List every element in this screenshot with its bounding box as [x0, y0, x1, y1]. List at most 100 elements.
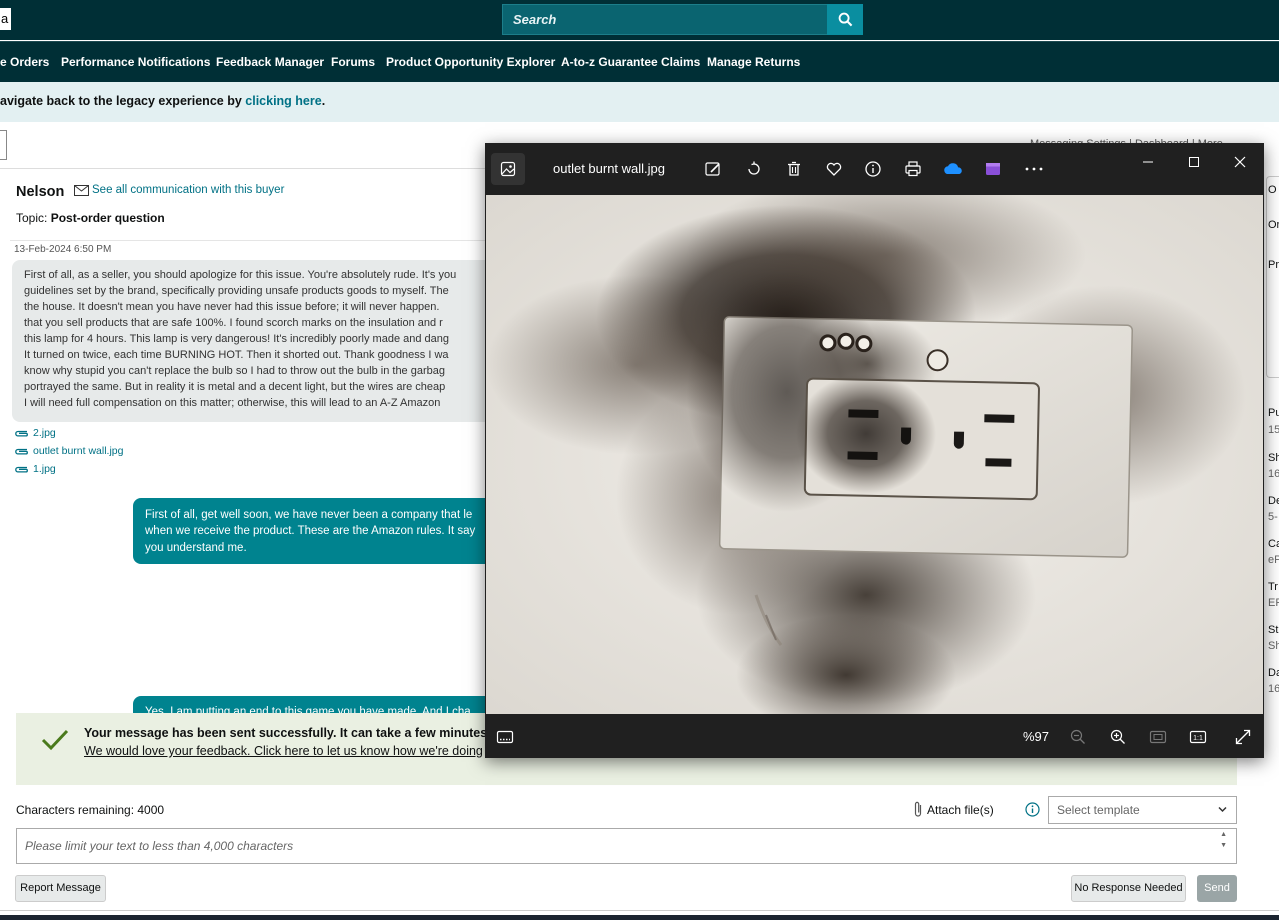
topic-line: Topic: Post-order question [16, 211, 165, 225]
no-response-needed-button[interactable]: No Response Needed [1071, 875, 1186, 902]
favorite-button[interactable] [823, 158, 845, 180]
nav-item-feedback-manager[interactable]: Feedback Manager [216, 55, 324, 69]
photo-viewer-window: outlet burnt wall.jpg %97 1:1 [485, 143, 1264, 758]
info-button[interactable] [862, 158, 884, 180]
scroll-up-arrow[interactable]: ▲ [1220, 831, 1227, 838]
nav-item-manage-returns[interactable]: Manage Returns [707, 55, 800, 69]
paperclip-icon [914, 801, 922, 817]
send-button[interactable]: Send [1197, 875, 1237, 902]
print-icon [905, 161, 921, 177]
edit-image-icon [705, 162, 720, 176]
top-bar: a Search [0, 0, 1279, 40]
burnt-outlet-photo [486, 195, 1263, 714]
message-textarea[interactable]: Please limit your text to less than 4,00… [16, 828, 1237, 864]
viewer-bottom-bar: %97 1:1 [485, 715, 1264, 758]
gallery-button[interactable] [491, 153, 525, 185]
envelope-icon [74, 184, 89, 196]
zoom-out-button[interactable] [1067, 727, 1089, 747]
message-line: the house. It doesn't mean you have neve… [24, 301, 440, 313]
filmstrip-button[interactable] [494, 727, 516, 747]
back-box[interactable] [0, 130, 7, 160]
nav-item-orders[interactable]: e Orders [0, 55, 49, 69]
logo-fragment[interactable]: a [0, 8, 11, 30]
actual-size-icon: 1:1 [1189, 730, 1207, 744]
actual-size-button[interactable]: 1:1 [1187, 727, 1209, 747]
search-button[interactable] [827, 4, 863, 35]
search-input[interactable]: Search [502, 4, 863, 35]
attachment-name: 1.jpg [33, 463, 56, 475]
edit-image-button[interactable] [702, 158, 724, 180]
divider [10, 240, 510, 241]
svg-text:1:1: 1:1 [1193, 735, 1203, 742]
legacy-text: avigate back to the legacy experience by [0, 94, 246, 108]
viewer-toolbar: outlet burnt wall.jpg [485, 143, 1264, 195]
favorite-icon [826, 162, 842, 176]
see-all-communication-link[interactable]: See all communication with this buyer [74, 184, 284, 196]
detail-label: O [1268, 184, 1277, 196]
onedrive-button[interactable] [942, 158, 964, 180]
zoom-in-icon [1110, 729, 1125, 744]
attachment-link[interactable]: 2.jpg [14, 427, 56, 439]
attach-files-button[interactable]: Attach file(s) [913, 801, 994, 818]
template-placeholder: Select template [1057, 803, 1140, 817]
fullscreen-button[interactable] [1232, 727, 1254, 747]
zoom-level: %97 [1023, 729, 1050, 744]
nav-item-a-to-z-claims[interactable]: A-to-z Guarantee Claims [561, 55, 700, 69]
detail-value: 16 [1268, 683, 1279, 695]
see-all-label: See all communication with this buyer [92, 184, 285, 196]
viewer-filename: outlet burnt wall.jpg [553, 161, 666, 176]
topic-value: Post-order question [50, 211, 165, 225]
more-button[interactable] [1023, 158, 1045, 180]
print-button[interactable] [902, 158, 924, 180]
taskbar [0, 915, 1279, 920]
nav-item-product-opportunity-explorer[interactable]: Product Opportunity Explorer [386, 55, 555, 69]
zoom-out-icon [1070, 729, 1085, 744]
rotate-icon [748, 161, 760, 175]
checkmark-icon [41, 729, 69, 751]
fullscreen-icon [1235, 729, 1251, 745]
info-icon[interactable] [1025, 802, 1040, 817]
detail-label: St [1268, 624, 1279, 636]
fit-to-window-button[interactable] [1147, 727, 1169, 747]
message-line: you understand me. [145, 542, 247, 554]
fit-to-window-icon [1149, 730, 1167, 744]
message-line: It turned on twice, each time BURNING HO… [24, 349, 449, 361]
detail-value: 15 [1268, 424, 1279, 436]
minimize-button[interactable] [1137, 151, 1159, 173]
photos-app-icon [500, 161, 516, 177]
detail-label: Or [1268, 219, 1279, 231]
delete-button[interactable] [783, 158, 805, 180]
nav-item-performance-notifications[interactable]: Performance Notifications [61, 55, 210, 69]
message-line: First of all, as a seller, you should ap… [24, 269, 457, 281]
zoom-in-button[interactable] [1107, 727, 1129, 747]
report-message-button[interactable]: Report Message [15, 875, 106, 902]
clipchamp-icon [986, 163, 1000, 175]
more-icon [1025, 167, 1043, 171]
maximize-button[interactable] [1183, 151, 1205, 173]
detail-value: eP [1268, 554, 1279, 566]
feedback-link[interactable]: We would love your feedback. Click here … [84, 744, 483, 758]
chevron-down-icon [1218, 806, 1227, 813]
success-title: Your message has been sent successfully.… [84, 726, 495, 740]
clipchamp-button[interactable] [982, 158, 1004, 180]
filmstrip-icon [496, 730, 514, 744]
message-line: when we receive the product. These are t… [145, 525, 476, 537]
detail-value: 5- [1268, 511, 1278, 523]
legacy-link[interactable]: clicking here [245, 94, 321, 108]
delete-icon [788, 161, 800, 176]
message-line: guidelines set by the brand, specificall… [24, 285, 449, 297]
attachment-link[interactable]: 1.jpg [14, 463, 56, 475]
template-select[interactable]: Select template [1048, 796, 1237, 824]
rotate-button[interactable] [743, 158, 765, 180]
attachment-link[interactable]: outlet burnt wall.jpg [14, 445, 123, 457]
scroll-down-arrow[interactable]: ▼ [1220, 842, 1227, 849]
detail-label: Pr [1268, 259, 1279, 271]
legacy-suffix: . [321, 94, 326, 108]
attachment-name: 2.jpg [33, 427, 56, 439]
detail-label: Da [1268, 667, 1279, 679]
textarea-placeholder: Please limit your text to less than 4,00… [25, 839, 294, 853]
seller-message-bubble: First of all, get well soon, we have nev… [133, 498, 503, 564]
attachment-name: outlet burnt wall.jpg [33, 445, 124, 457]
nav-item-forums[interactable]: Forums [331, 55, 375, 69]
close-button[interactable] [1229, 151, 1251, 173]
